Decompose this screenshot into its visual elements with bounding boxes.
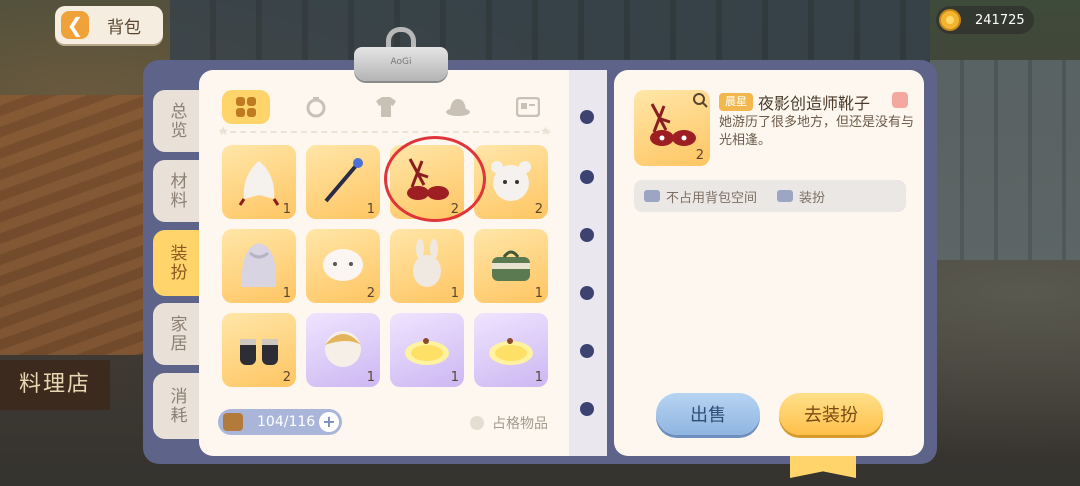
card-icon[interactable]: [504, 90, 552, 124]
item-count: 1: [534, 370, 543, 385]
selection-circle: [384, 136, 486, 222]
white-wing-cape-icon: [238, 161, 280, 206]
bag-capacity: 104/116 +: [218, 409, 342, 435]
binder-ring: [580, 170, 594, 184]
item-slot-black-boots[interactable]: 2: [222, 313, 296, 387]
travel-bag-icon: [492, 250, 530, 281]
bunny-backpack-icon: [413, 239, 441, 287]
bag-tag-icon: [644, 190, 660, 202]
cute-face-mask-icon: [323, 249, 363, 281]
item-count: 1: [366, 202, 375, 217]
item-description: 她游历了很多地方，但还是没有与光相逢。: [719, 115, 915, 148]
item-slot-lemon-slice-hat[interactable]: 1: [390, 313, 464, 387]
category-divider: [220, 131, 550, 133]
item-count: 2: [366, 286, 375, 301]
rarity-badge: 晨星: [719, 93, 753, 111]
occupy-toggle[interactable]: 占格物品: [470, 413, 548, 433]
lemon-slice-hat-icon: [405, 338, 449, 365]
back-arrow-icon: ❮: [61, 11, 89, 39]
tab-furniture[interactable]: 家居: [153, 303, 201, 365]
accessory-icon[interactable]: [292, 90, 340, 124]
bag-icon: [223, 413, 243, 431]
item-slot-golden-hair-wig[interactable]: 1: [306, 313, 380, 387]
selected-item-slot: 2: [634, 90, 710, 166]
silver-long-wig-icon: [241, 243, 277, 287]
item-count: 2: [695, 148, 704, 163]
item-slot-white-wing-cape[interactable]: 1: [222, 145, 296, 219]
item-slot-lemon-slice-hat-2[interactable]: 1: [474, 313, 548, 387]
share-icon[interactable]: [892, 92, 908, 108]
black-boots-icon: [240, 339, 278, 365]
item-count: 1: [282, 202, 291, 217]
item-slot-silver-long-wig[interactable]: 1: [222, 229, 296, 303]
item-count: 1: [534, 286, 543, 301]
binder-ring: [580, 344, 594, 358]
golden-hair-wig-icon: [325, 331, 361, 367]
background-roof: [0, 95, 150, 355]
item-slot-dark-scepter[interactable]: 1: [306, 145, 380, 219]
tab-consumables[interactable]: 消耗: [153, 373, 201, 439]
coin-counter: 241725: [936, 6, 1034, 34]
item-name: 夜影创造师靴子: [758, 94, 871, 113]
paper-clip: AoGi: [354, 27, 448, 83]
capacity-text: 104/116: [257, 414, 316, 430]
back-button[interactable]: ❮ 背包: [55, 6, 163, 44]
coin-value: 241725: [975, 12, 1025, 28]
item-count: 1: [282, 286, 291, 301]
item-slot-bunny-backpack[interactable]: 1: [390, 229, 464, 303]
tab-label: 家居: [166, 315, 187, 353]
binder-ring: [580, 402, 594, 416]
item-slot-travel-bag[interactable]: 1: [474, 229, 548, 303]
tab-label: 材料: [166, 172, 187, 210]
checkbox-icon: [470, 416, 484, 430]
item-count: 2: [534, 202, 543, 217]
category-bar: [222, 90, 552, 124]
tag-label: 不占用背包空间: [666, 190, 758, 206]
lemon-slice-hat-2-icon: [489, 338, 533, 365]
tab-materials[interactable]: 材料: [153, 160, 201, 222]
tab-label: 装扮: [166, 244, 187, 282]
tab-label: 总览: [166, 102, 187, 140]
hat-icon[interactable]: [434, 90, 482, 124]
binder-ring: [580, 228, 594, 242]
tab-overview[interactable]: 总览: [153, 90, 201, 152]
back-label: 背包: [107, 17, 141, 38]
boots-icon: [650, 103, 696, 146]
tab-outfits[interactable]: 装扮: [153, 230, 201, 296]
coin-icon: [939, 9, 961, 31]
equip-button[interactable]: 去装扮: [779, 393, 883, 435]
expand-capacity-button[interactable]: +: [319, 412, 339, 432]
binder-ring: [580, 110, 594, 124]
shirt-icon[interactable]: [362, 90, 410, 124]
item-count: 1: [450, 286, 459, 301]
shirt-tag-icon: [777, 190, 794, 202]
grid-icon[interactable]: [222, 90, 270, 124]
item-tags: 不占用背包空间 装扮: [634, 180, 906, 212]
background-building-right: [930, 60, 1080, 260]
item-count: 1: [366, 370, 375, 385]
zoom-icon[interactable]: [692, 92, 708, 108]
tab-label: 消耗: [166, 387, 187, 425]
binder-ring: [580, 286, 594, 300]
item-count: 1: [450, 370, 459, 385]
notebook-spine: [569, 70, 607, 456]
clip-base: AoGi: [354, 47, 448, 81]
item-slot-cute-face-mask[interactable]: 2: [306, 229, 380, 303]
item-count: 2: [282, 370, 291, 385]
sell-button[interactable]: 出售: [656, 393, 760, 435]
occupy-label: 占格物品: [492, 416, 548, 432]
bear-head-hat-icon: [491, 161, 531, 201]
background-shop-sign: 料理店: [0, 360, 110, 410]
tag-label: 装扮: [799, 190, 826, 206]
dark-scepter-icon: [324, 158, 363, 203]
